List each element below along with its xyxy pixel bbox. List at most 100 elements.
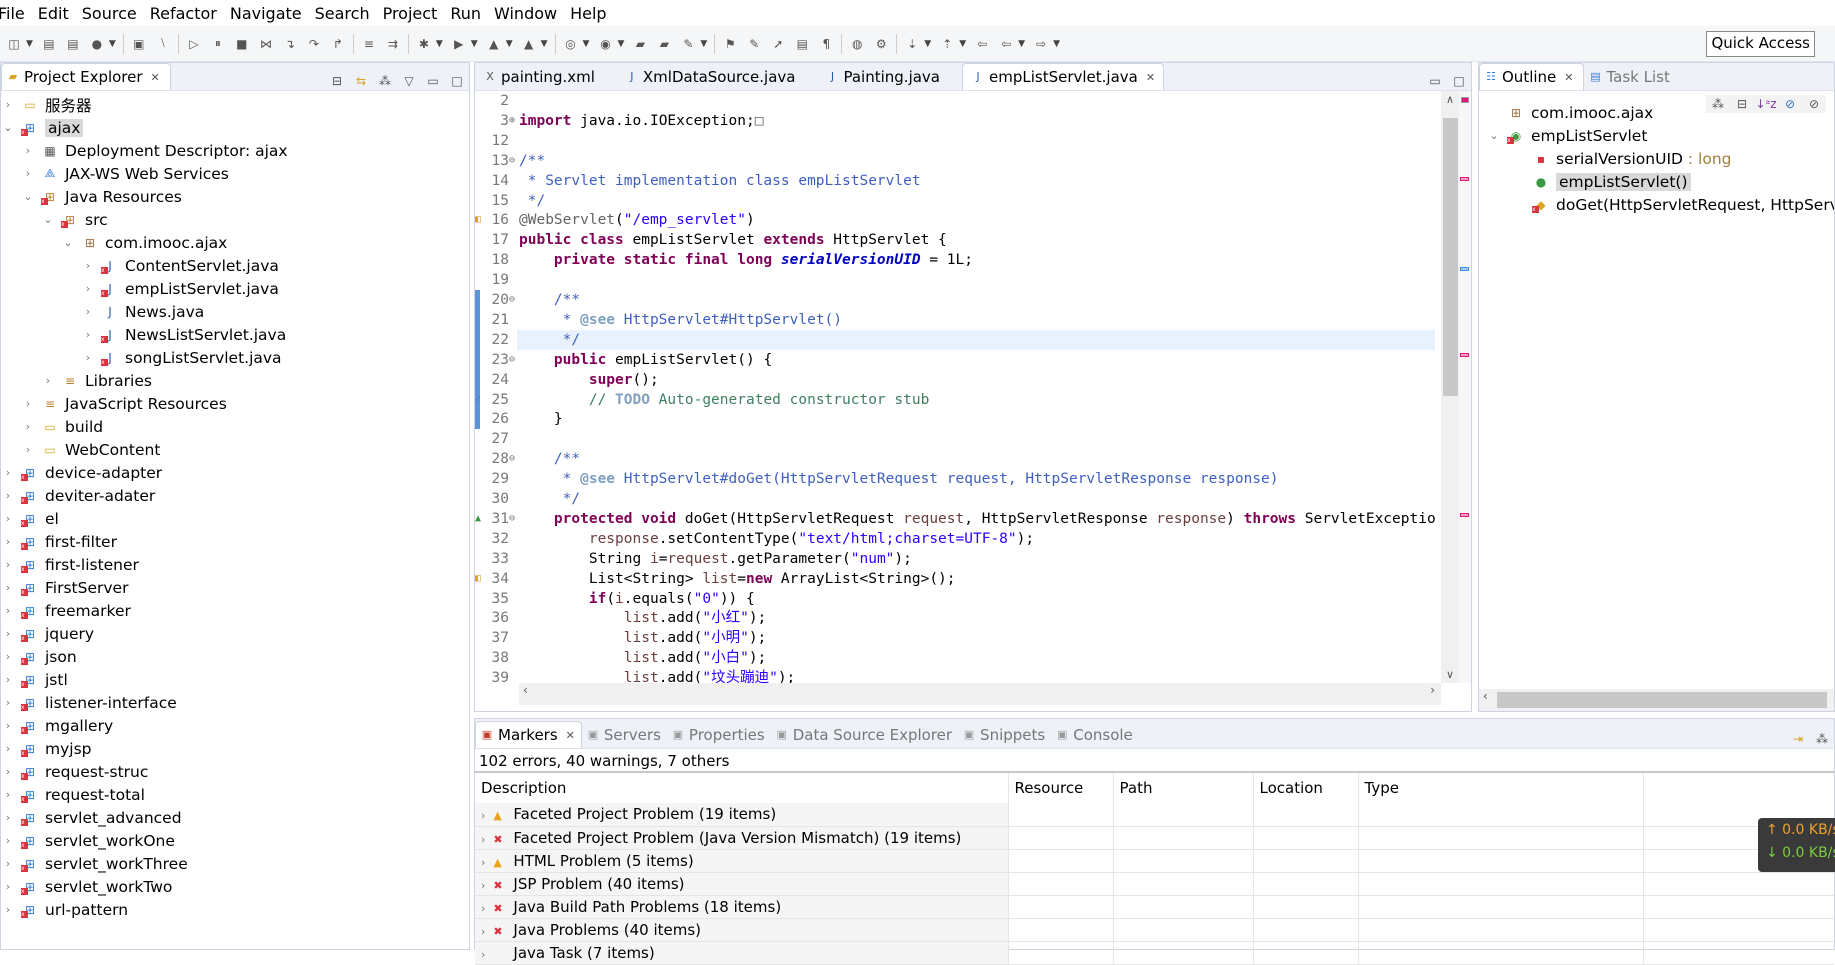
code-line[interactable]: 15 */ bbox=[475, 191, 1435, 211]
code-line[interactable]: 23 ⊖ public empListServlet() { bbox=[475, 349, 1435, 370]
scrollbar-thumb[interactable] bbox=[1443, 118, 1458, 396]
globe-icon[interactable]: ◍ bbox=[848, 35, 866, 53]
chevron-right-icon[interactable]: › bbox=[1, 673, 15, 686]
tree-item[interactable]: ⌄ ⊞ x src bbox=[41, 208, 107, 231]
scroll-right-icon[interactable]: › bbox=[1430, 683, 1435, 697]
tree-item[interactable]: › ⊞ x servlet_advanced bbox=[1, 806, 182, 829]
warning-overview-marker[interactable] bbox=[1460, 353, 1469, 357]
warning-overview-marker[interactable] bbox=[1460, 177, 1469, 181]
tree-item[interactable]: › ⊞ x servlet_workThree bbox=[1, 852, 188, 875]
chevron-right-icon[interactable]: › bbox=[21, 397, 35, 410]
profile-icon[interactable]: ● bbox=[88, 35, 106, 53]
step-into-icon[interactable]: ↴ bbox=[281, 35, 299, 53]
chevron-down-icon[interactable]: ⌄ bbox=[41, 213, 55, 226]
code-line[interactable]: 20 ⊖ /** bbox=[475, 290, 1435, 310]
chevron-right-icon[interactable]: › bbox=[1, 857, 15, 870]
tab-project-explorer[interactable]: ▰ Project Explorer ✕ bbox=[1, 63, 171, 90]
collapse-all-icon[interactable]: ⊟ bbox=[1733, 95, 1751, 113]
expand-fold-icon[interactable]: ⊕ bbox=[509, 111, 515, 131]
outline-item[interactable]: ▪ serialVersionUID : long bbox=[1512, 147, 1732, 170]
scrollbar-thumb[interactable] bbox=[1497, 692, 1827, 708]
outline-item[interactable]: ◆x doGet(HttpServletRequest, HttpServletR… bbox=[1512, 193, 1834, 216]
chevron-right-icon[interactable]: › bbox=[481, 879, 485, 892]
show-block-icon[interactable]: ¶ bbox=[817, 35, 835, 53]
chevron-right-icon[interactable]: › bbox=[481, 902, 485, 915]
menu-project[interactable]: Project bbox=[383, 4, 438, 23]
code-area[interactable]: 2 3 ⊕ import java.io.IOException;□ 12 13 ⊖/** 1… bbox=[475, 91, 1435, 683]
chevron-right-icon[interactable]: › bbox=[481, 809, 485, 822]
tree-item[interactable]: ⌄ ⊞ x Java Resources bbox=[21, 185, 181, 208]
tree-item[interactable]: › Jx ContentServlet.java bbox=[81, 254, 279, 277]
dropdown-arrow-icon[interactable]: ▼ bbox=[959, 39, 966, 49]
menu-edit[interactable]: Edit bbox=[38, 4, 69, 23]
close-icon[interactable]: ✕ bbox=[566, 729, 575, 742]
tree-item[interactable]: › ≡ Libraries bbox=[41, 369, 152, 392]
code-line[interactable]: 21 * @see HttpServlet#HttpServlet() bbox=[475, 309, 1435, 330]
close-icon[interactable]: ✕ bbox=[151, 71, 160, 84]
tab-task-list[interactable]: ▤ Task List bbox=[1584, 63, 1679, 90]
chevron-right-icon[interactable]: › bbox=[1, 696, 15, 709]
search-icon[interactable]: ✎ bbox=[679, 35, 697, 53]
tree-item[interactable]: › Jx songListServlet.java bbox=[81, 346, 282, 369]
error-overview-marker[interactable] bbox=[1461, 97, 1469, 103]
task-marker-icon[interactable]: ✓ bbox=[475, 390, 481, 410]
code-line[interactable]: 33 String i=request.getParameter("num"); bbox=[475, 549, 1435, 569]
code-line[interactable]: 31 ⊖ ▲ protected void doGet(HttpServletReq… bbox=[475, 509, 1435, 529]
horizontal-scrollbar[interactable]: ‹ bbox=[1479, 689, 1834, 711]
tab-data-source-explorer[interactable]: ▣ Data Source Explorer bbox=[771, 721, 958, 748]
chevron-down-icon[interactable]: ⌄ bbox=[1487, 129, 1501, 142]
code-line[interactable]: 27 bbox=[475, 429, 1435, 449]
dropdown-arrow-icon[interactable]: ▼ bbox=[471, 39, 478, 49]
chevron-down-icon[interactable]: ⌄ bbox=[61, 236, 75, 249]
table-row[interactable]: › ▲ Faceted Project Problem (19 items) bbox=[475, 803, 1834, 826]
dropdown-arrow-icon[interactable]: ▼ bbox=[1018, 39, 1025, 49]
chevron-right-icon[interactable]: › bbox=[41, 374, 55, 387]
back-icon[interactable]: ⇦ bbox=[973, 35, 991, 53]
new-icon[interactable]: ◫ bbox=[5, 35, 23, 53]
chevron-right-icon[interactable]: › bbox=[1, 466, 15, 479]
tree-item[interactable]: › J News.java bbox=[81, 300, 205, 323]
tree-item[interactable]: › ⊞ x json bbox=[1, 645, 77, 668]
forward-back-icon[interactable]: ⇦ bbox=[997, 35, 1015, 53]
dropdown-arrow-icon[interactable]: ▼ bbox=[1053, 39, 1060, 49]
minimize-icon[interactable]: ▭ bbox=[424, 72, 442, 90]
dropdown-arrow-icon[interactable]: ▼ bbox=[506, 39, 513, 49]
scroll-left-icon[interactable]: ‹ bbox=[1483, 689, 1488, 703]
use-step-filters-icon[interactable]: ⇉ bbox=[384, 35, 402, 53]
code-line[interactable]: 2 bbox=[475, 91, 1435, 111]
chevron-right-icon[interactable]: › bbox=[1, 834, 15, 847]
resume-icon[interactable]: ▷ bbox=[185, 35, 203, 53]
dropdown-arrow-icon[interactable]: ▼ bbox=[436, 39, 443, 49]
table-row[interactable]: › Java Task (7 items) bbox=[475, 941, 1834, 964]
code-line[interactable]: 29 * @see HttpServlet#doGet(HttpServletR… bbox=[475, 469, 1435, 489]
hide-fields-icon[interactable]: ⊘ bbox=[1781, 95, 1799, 113]
outline-item[interactable]: ⊞ com.imooc.ajax bbox=[1487, 101, 1653, 124]
skip-breakpoints-icon[interactable]: ⧵ bbox=[154, 35, 172, 53]
code-line[interactable]: 12 bbox=[475, 131, 1435, 151]
code-line[interactable]: 34 ◧ List<String> list=new ArrayList<Stri… bbox=[475, 569, 1435, 589]
chevron-right-icon[interactable]: › bbox=[1, 604, 15, 617]
chevron-right-icon[interactable]: › bbox=[81, 259, 95, 272]
override-marker-icon[interactable]: ▲ bbox=[475, 509, 481, 529]
editor-tab[interactable]: Xpainting.xml bbox=[475, 63, 617, 90]
chevron-right-icon[interactable]: › bbox=[1, 558, 15, 571]
chevron-right-icon[interactable]: › bbox=[1, 765, 15, 778]
chevron-down-icon[interactable]: ⌄ bbox=[21, 190, 35, 203]
save-all-icon[interactable]: ▤ bbox=[64, 35, 82, 53]
tree-item[interactable]: › ⊞ x first-listener bbox=[1, 553, 139, 576]
chevron-right-icon[interactable]: › bbox=[481, 856, 485, 869]
menu-search[interactable]: Search bbox=[315, 4, 370, 23]
chevron-right-icon[interactable]: › bbox=[21, 144, 35, 157]
warning-overview-marker[interactable] bbox=[1460, 513, 1469, 517]
chevron-right-icon[interactable]: › bbox=[21, 420, 35, 433]
code-line[interactable]: 35 if(i.equals("0")) { bbox=[475, 589, 1435, 609]
code-line[interactable]: 22 */ bbox=[475, 329, 1435, 350]
code-line[interactable]: 38 list.add("小白"); bbox=[475, 648, 1435, 668]
column-header-type[interactable]: Type bbox=[1358, 773, 1644, 803]
code-line[interactable]: 26 } bbox=[475, 409, 1435, 430]
chevron-right-icon[interactable]: › bbox=[1, 98, 15, 111]
tree-item[interactable]: › ≡ JavaScript Resources bbox=[21, 392, 227, 415]
chevron-right-icon[interactable]: › bbox=[81, 282, 95, 295]
chevron-right-icon[interactable]: › bbox=[81, 305, 95, 318]
chevron-right-icon[interactable]: › bbox=[1, 512, 15, 525]
